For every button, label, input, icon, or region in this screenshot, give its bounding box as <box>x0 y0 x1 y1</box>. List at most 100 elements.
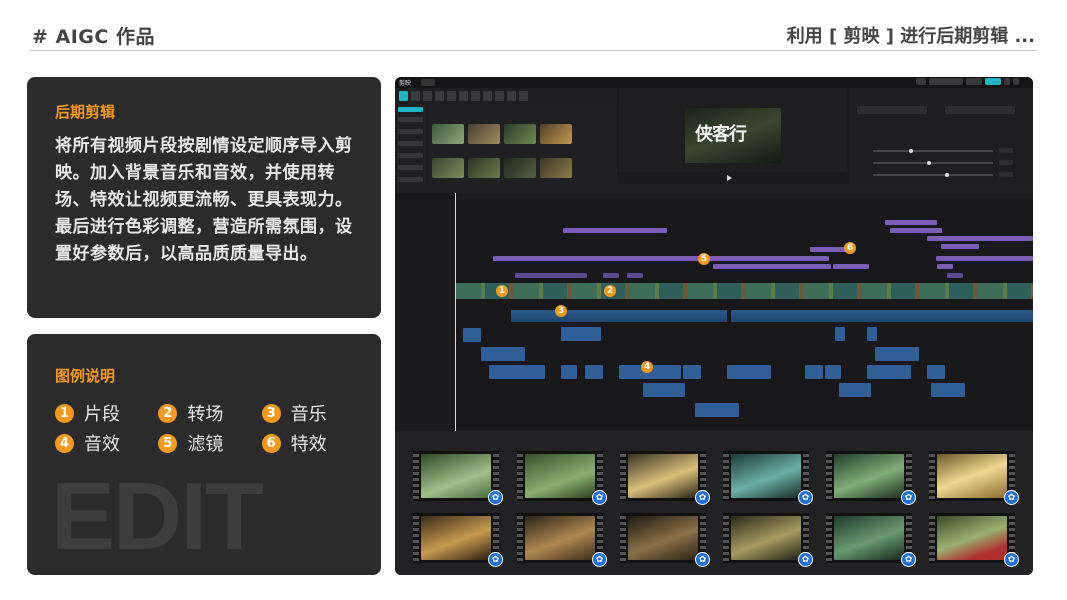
caption-tab[interactable] <box>471 91 480 101</box>
text-clip[interactable] <box>947 273 963 278</box>
sfx-clip[interactable] <box>727 365 771 379</box>
ai-tab[interactable] <box>519 91 528 101</box>
filter-clip[interactable] <box>937 264 953 269</box>
play-icon[interactable] <box>727 175 732 181</box>
slider-knob[interactable] <box>945 173 949 177</box>
sticker-tab[interactable] <box>435 91 444 101</box>
sfx-clip[interactable] <box>683 365 701 379</box>
transition-tab[interactable] <box>459 91 468 101</box>
badge-effect: 6 <box>844 242 856 254</box>
sidebar-item[interactable] <box>398 165 423 170</box>
param-value[interactable] <box>999 172 1013 177</box>
text-tab[interactable] <box>423 91 432 101</box>
timeline-toolbar[interactable] <box>395 184 1033 193</box>
filter-clip[interactable] <box>713 264 831 269</box>
sfx-clip[interactable] <box>561 365 577 379</box>
media-thumbnail[interactable] <box>540 124 572 144</box>
media-library <box>428 104 617 184</box>
capcut-icon: ✿ <box>798 490 813 505</box>
menu-button[interactable] <box>421 79 435 86</box>
sfx-clip[interactable] <box>825 365 841 379</box>
legend-label: 片段 <box>84 404 120 425</box>
sfx-clip[interactable] <box>695 403 739 417</box>
media-thumbnail[interactable] <box>468 124 500 144</box>
sfx-clip[interactable] <box>561 327 601 341</box>
badge-filter: 5 <box>698 253 710 265</box>
sfx-clip[interactable] <box>585 365 603 379</box>
sfx-clip[interactable] <box>927 365 945 379</box>
sidebar-item[interactable] <box>398 141 423 146</box>
user-info[interactable] <box>929 78 963 85</box>
capcut-icon: ✿ <box>1004 552 1019 567</box>
param-value[interactable] <box>999 148 1013 153</box>
sidebar-item[interactable] <box>398 117 423 122</box>
effect-clip[interactable] <box>885 220 937 225</box>
effect-clip[interactable] <box>927 236 1033 241</box>
sidebar-item[interactable] <box>398 153 423 158</box>
sfx-clip[interactable] <box>839 383 871 397</box>
filter-tab[interactable] <box>483 91 492 101</box>
filter-clip[interactable] <box>493 256 829 261</box>
sfx-clip[interactable] <box>805 365 823 379</box>
slider-knob[interactable] <box>909 149 913 153</box>
minimize-icon[interactable] <box>1004 78 1010 85</box>
text-clip[interactable] <box>627 273 643 278</box>
player-controls[interactable] <box>619 172 847 184</box>
media-thumbnail[interactable] <box>504 124 536 144</box>
param-slider[interactable] <box>873 149 993 153</box>
slider-knob[interactable] <box>927 161 931 165</box>
param-value[interactable] <box>999 160 1013 165</box>
storyboard-frame: ✿ <box>517 451 607 505</box>
legend-card: EDIT 图例说明 1 片段 2 转场 3 音乐 4 音效 5 滤镜 6 特效 <box>27 334 381 575</box>
sfx-clip[interactable] <box>875 347 919 361</box>
template-tab[interactable] <box>507 91 516 101</box>
timeline[interactable]: 1 2 3 4 5 6 <box>395 193 1033 431</box>
media-tab[interactable] <box>399 91 408 101</box>
inspector-tab[interactable] <box>945 106 1015 114</box>
effects-tab[interactable] <box>447 91 456 101</box>
media-thumbnail[interactable] <box>540 158 572 178</box>
audio-tab[interactable] <box>411 91 420 101</box>
number-badge: 5 <box>158 433 178 453</box>
inspector-tab[interactable] <box>857 106 927 114</box>
sidebar-item[interactable] <box>398 177 423 182</box>
media-thumbnail[interactable] <box>432 158 464 178</box>
sidebar-item[interactable] <box>398 107 423 112</box>
titlebar-controls <box>916 78 1019 86</box>
playhead[interactable] <box>455 193 456 431</box>
sfx-clip[interactable] <box>867 327 877 341</box>
export-button[interactable] <box>985 78 1001 85</box>
media-thumbnail[interactable] <box>468 158 500 178</box>
music-clip[interactable] <box>731 310 1033 322</box>
sfx-clip[interactable] <box>489 365 545 379</box>
capcut-editor-screenshot: 剪映 侠客行 1 2 3 4 5 6 ✿ ✿ ✿ ✿ ✿ ✿ ✿ ✿ ✿ ✿ ✿… <box>395 77 1033 575</box>
adjust-tab[interactable] <box>495 91 504 101</box>
badge-music: 3 <box>555 305 567 317</box>
layout-icon[interactable] <box>916 78 926 85</box>
text-clip[interactable] <box>515 273 587 278</box>
capcut-icon: ✿ <box>488 552 503 567</box>
effect-clip[interactable] <box>890 228 942 233</box>
media-thumbnail[interactable] <box>432 124 464 144</box>
sfx-clip[interactable] <box>835 327 845 341</box>
media-thumbnail[interactable] <box>504 158 536 178</box>
filter-clip[interactable] <box>936 256 1033 261</box>
music-clip[interactable] <box>511 310 727 322</box>
sfx-clip[interactable] <box>867 365 911 379</box>
video-track[interactable] <box>455 283 1033 299</box>
legend-label: 音乐 <box>290 404 327 425</box>
effect-clip[interactable] <box>941 244 979 249</box>
effect-clip[interactable] <box>563 228 667 233</box>
sfx-clip[interactable] <box>463 328 481 342</box>
param-slider[interactable] <box>873 161 993 165</box>
sfx-clip[interactable] <box>931 383 965 397</box>
text-clip[interactable] <box>603 273 619 278</box>
share-button[interactable] <box>966 78 982 85</box>
param-slider[interactable] <box>873 173 993 177</box>
sfx-clip[interactable] <box>481 347 525 361</box>
filter-clip[interactable] <box>833 264 869 269</box>
sidebar-item[interactable] <box>398 129 423 134</box>
close-icon[interactable] <box>1013 78 1019 85</box>
number-badge: 1 <box>55 403 74 423</box>
sfx-clip[interactable] <box>643 383 685 397</box>
